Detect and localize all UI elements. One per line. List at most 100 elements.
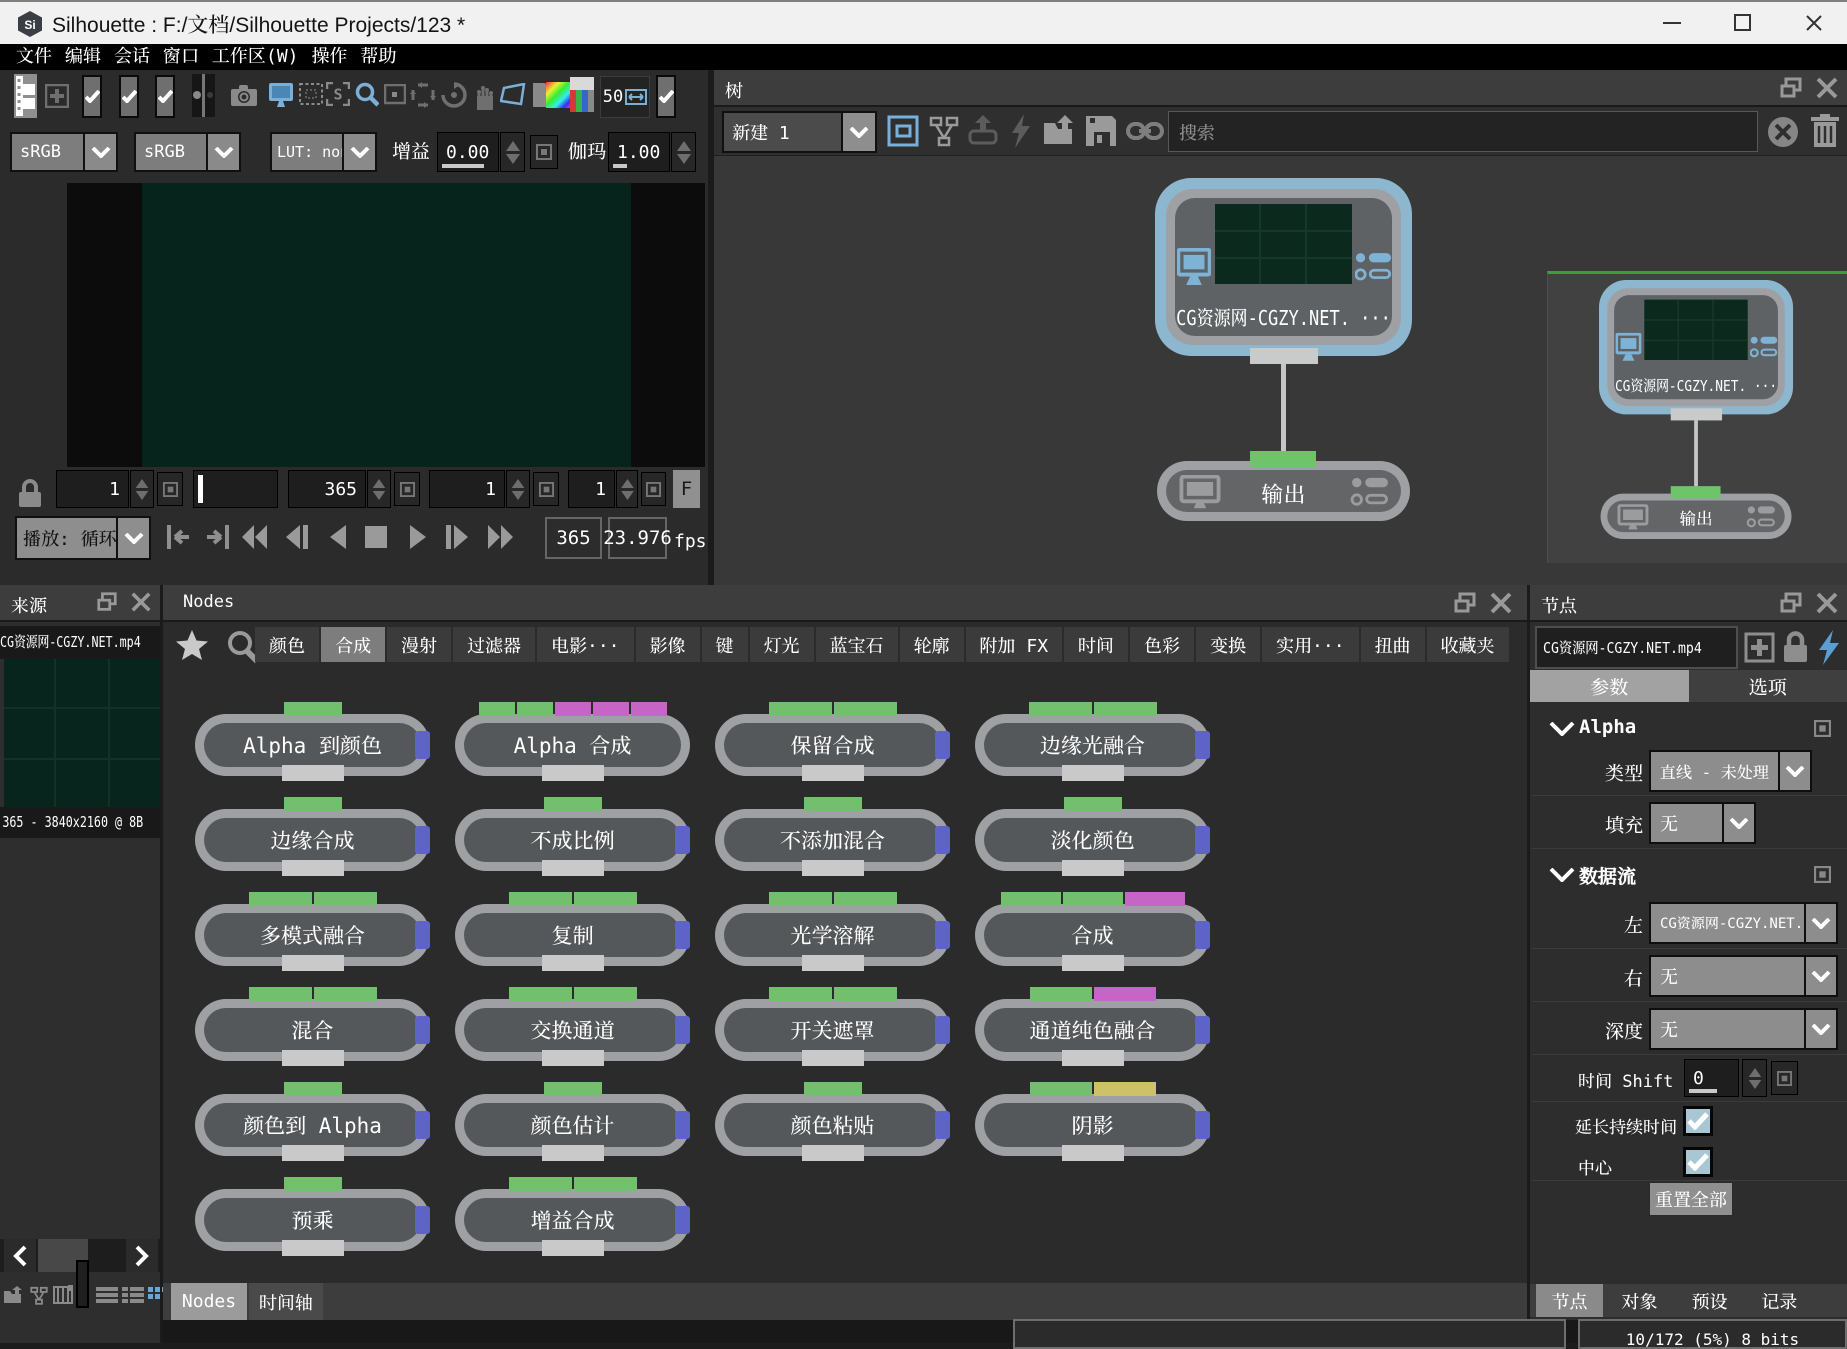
field-c[interactable]: 1 [429, 470, 505, 508]
graph-output-node[interactable]: 输出 [1157, 461, 1410, 521]
graph-output-node[interactable]: 输出 [1601, 494, 1792, 539]
node-item[interactable]: Alpha 合成 [455, 714, 690, 776]
alpha-section-header[interactable]: Alpha [1530, 712, 1847, 746]
session-dropdown[interactable]: 新建 1 [722, 111, 877, 153]
node-tab-3[interactable]: 过滤器 [453, 627, 535, 662]
node-item[interactable]: 颜色估计 [455, 1094, 690, 1156]
step-back-button[interactable] [282, 523, 312, 553]
node-tab-13[interactable]: 变换 [1196, 627, 1260, 662]
gain-reset-button[interactable] [530, 135, 558, 169]
gamma-stepper[interactable] [671, 132, 696, 172]
field-d-stepper[interactable] [616, 470, 638, 508]
params-bottom-tab-3[interactable]: 记录 [1746, 1284, 1813, 1317]
params-bottom-tab-0[interactable]: 节点 [1536, 1284, 1603, 1317]
render-lightning-icon[interactable] [1006, 113, 1036, 149]
film-roll-button[interactable] [14, 74, 37, 118]
node-item[interactable]: 不成比例 [455, 809, 690, 871]
colorspace-left-dropdown[interactable]: sRGB [10, 132, 118, 172]
current-frame-field[interactable]: 1 [56, 470, 129, 508]
lock-icon[interactable] [16, 475, 44, 513]
type-dropdown[interactable]: 直线 - 未处理 [1649, 750, 1812, 792]
frame-reset-button[interactable] [157, 472, 183, 506]
play-reverse-button[interactable] [324, 523, 354, 553]
node-item[interactable]: 混合 [195, 999, 430, 1061]
extend-duration-checkbox[interactable] [1683, 1106, 1713, 1136]
node-item[interactable]: 预乘 [195, 1189, 430, 1251]
section-box-icon[interactable] [1814, 866, 1831, 883]
go-in-button[interactable] [165, 523, 195, 553]
add-clip-icon[interactable] [3, 1286, 25, 1304]
node-item[interactable]: 边缘合成 [195, 809, 430, 871]
total-frames-button[interactable]: 365 [545, 517, 602, 559]
color-gradient-button[interactable] [546, 82, 572, 108]
gain-stepper[interactable] [500, 132, 525, 172]
node-item[interactable]: 增益合成 [455, 1189, 690, 1251]
close-panel-icon[interactable] [1815, 591, 1839, 615]
node-tab-4[interactable]: 电影··· [537, 627, 634, 662]
node-item[interactable]: 合成 [975, 904, 1210, 966]
tab-options[interactable]: 选项 [1689, 670, 1847, 702]
node-tab-0[interactable]: 颜色 [255, 627, 319, 662]
window-minimize-button[interactable] [1649, 2, 1695, 44]
toggle-a-button[interactable] [82, 75, 102, 118]
output-input-port[interactable] [1671, 486, 1721, 498]
section-box-icon[interactable] [1814, 720, 1831, 737]
scroll-left-button[interactable] [4, 1239, 36, 1272]
bottom-tab-nodes[interactable]: Nodes [171, 1283, 247, 1320]
node-item[interactable]: 多模式融合 [195, 904, 430, 966]
window-close-button[interactable] [1791, 2, 1837, 44]
node-tab-9[interactable]: 轮廓 [900, 627, 964, 662]
favorites-star-icon[interactable] [175, 629, 209, 661]
menu-item-3[interactable]: 窗口 [163, 44, 199, 70]
corner-pin-button[interactable] [500, 83, 526, 106]
export-icon[interactable] [966, 115, 1000, 147]
node-item[interactable]: 通道纯色融合 [975, 999, 1210, 1061]
gamma-field[interactable]: 1.00 [608, 132, 670, 172]
float-panel-icon[interactable] [96, 591, 118, 613]
list-detail-icon[interactable] [122, 1286, 144, 1304]
menu-item-1[interactable]: 编辑 [65, 44, 101, 70]
close-panel-icon[interactable] [1815, 76, 1839, 100]
close-panel-icon[interactable] [130, 591, 152, 613]
source-output-port[interactable] [1250, 348, 1318, 364]
node-tab-11[interactable]: 时间 [1064, 627, 1128, 662]
depth-dropdown[interactable]: 无 [1649, 1008, 1838, 1050]
left-input-dropdown[interactable]: CG资源网-CGZY.NET. [1649, 902, 1838, 944]
pan-hand-button[interactable] [472, 82, 498, 110]
time-shift-stepper[interactable] [1742, 1059, 1767, 1097]
fps-value-button[interactable]: 23.976 [608, 517, 667, 559]
range-reset-button[interactable] [394, 472, 420, 506]
snapshot-camera-button[interactable] [231, 84, 257, 108]
node-tab-10[interactable]: 附加 FX [966, 627, 1063, 662]
filter-tree-icon[interactable] [29, 1286, 49, 1305]
link-icon[interactable] [1126, 119, 1164, 143]
split-view-button[interactable] [192, 74, 215, 117]
bottom-tab-timeline[interactable]: 时间轴 [249, 1283, 323, 1320]
scroll-right-button[interactable] [126, 1239, 158, 1272]
float-panel-icon[interactable] [1779, 591, 1803, 615]
node-name-field[interactable]: CG资源网-CGZY.NET.mp4 [1535, 626, 1738, 669]
monitor-view-button[interactable] [268, 82, 294, 108]
node-tab-6[interactable]: 键 [702, 627, 748, 662]
range-end-stepper[interactable] [367, 470, 391, 508]
zoom-level-button[interactable]: 50 [600, 76, 650, 118]
close-panel-icon[interactable] [1489, 591, 1513, 615]
filmstrip-icon[interactable] [53, 1285, 75, 1305]
node-tab-14[interactable]: 实用··· [1262, 627, 1359, 662]
reset-all-button[interactable]: 重置全部 [1649, 1182, 1733, 1216]
node-item[interactable]: 颜色到 Alpha [195, 1094, 430, 1156]
field-d[interactable]: 1 [568, 470, 615, 508]
rotate-view-button[interactable] [441, 82, 467, 108]
node-item[interactable]: 淡化颜色 [975, 809, 1210, 871]
source-output-port[interactable] [1671, 408, 1722, 420]
stop-button[interactable] [362, 523, 392, 553]
graph-minimap[interactable]: CG资源网-CGZY.NET. ··· 输出 [1547, 271, 1847, 563]
vertical-scrollbar[interactable] [76, 1260, 89, 1308]
process-lightning-icon[interactable] [1814, 629, 1844, 666]
mini-timeline[interactable] [193, 470, 278, 508]
time-shift-reset-button[interactable] [1771, 1061, 1798, 1095]
toggle-c-button[interactable] [155, 75, 175, 118]
list-large-icon[interactable] [96, 1286, 118, 1304]
pan-region-button[interactable] [410, 82, 436, 108]
save-icon[interactable] [1084, 114, 1118, 148]
